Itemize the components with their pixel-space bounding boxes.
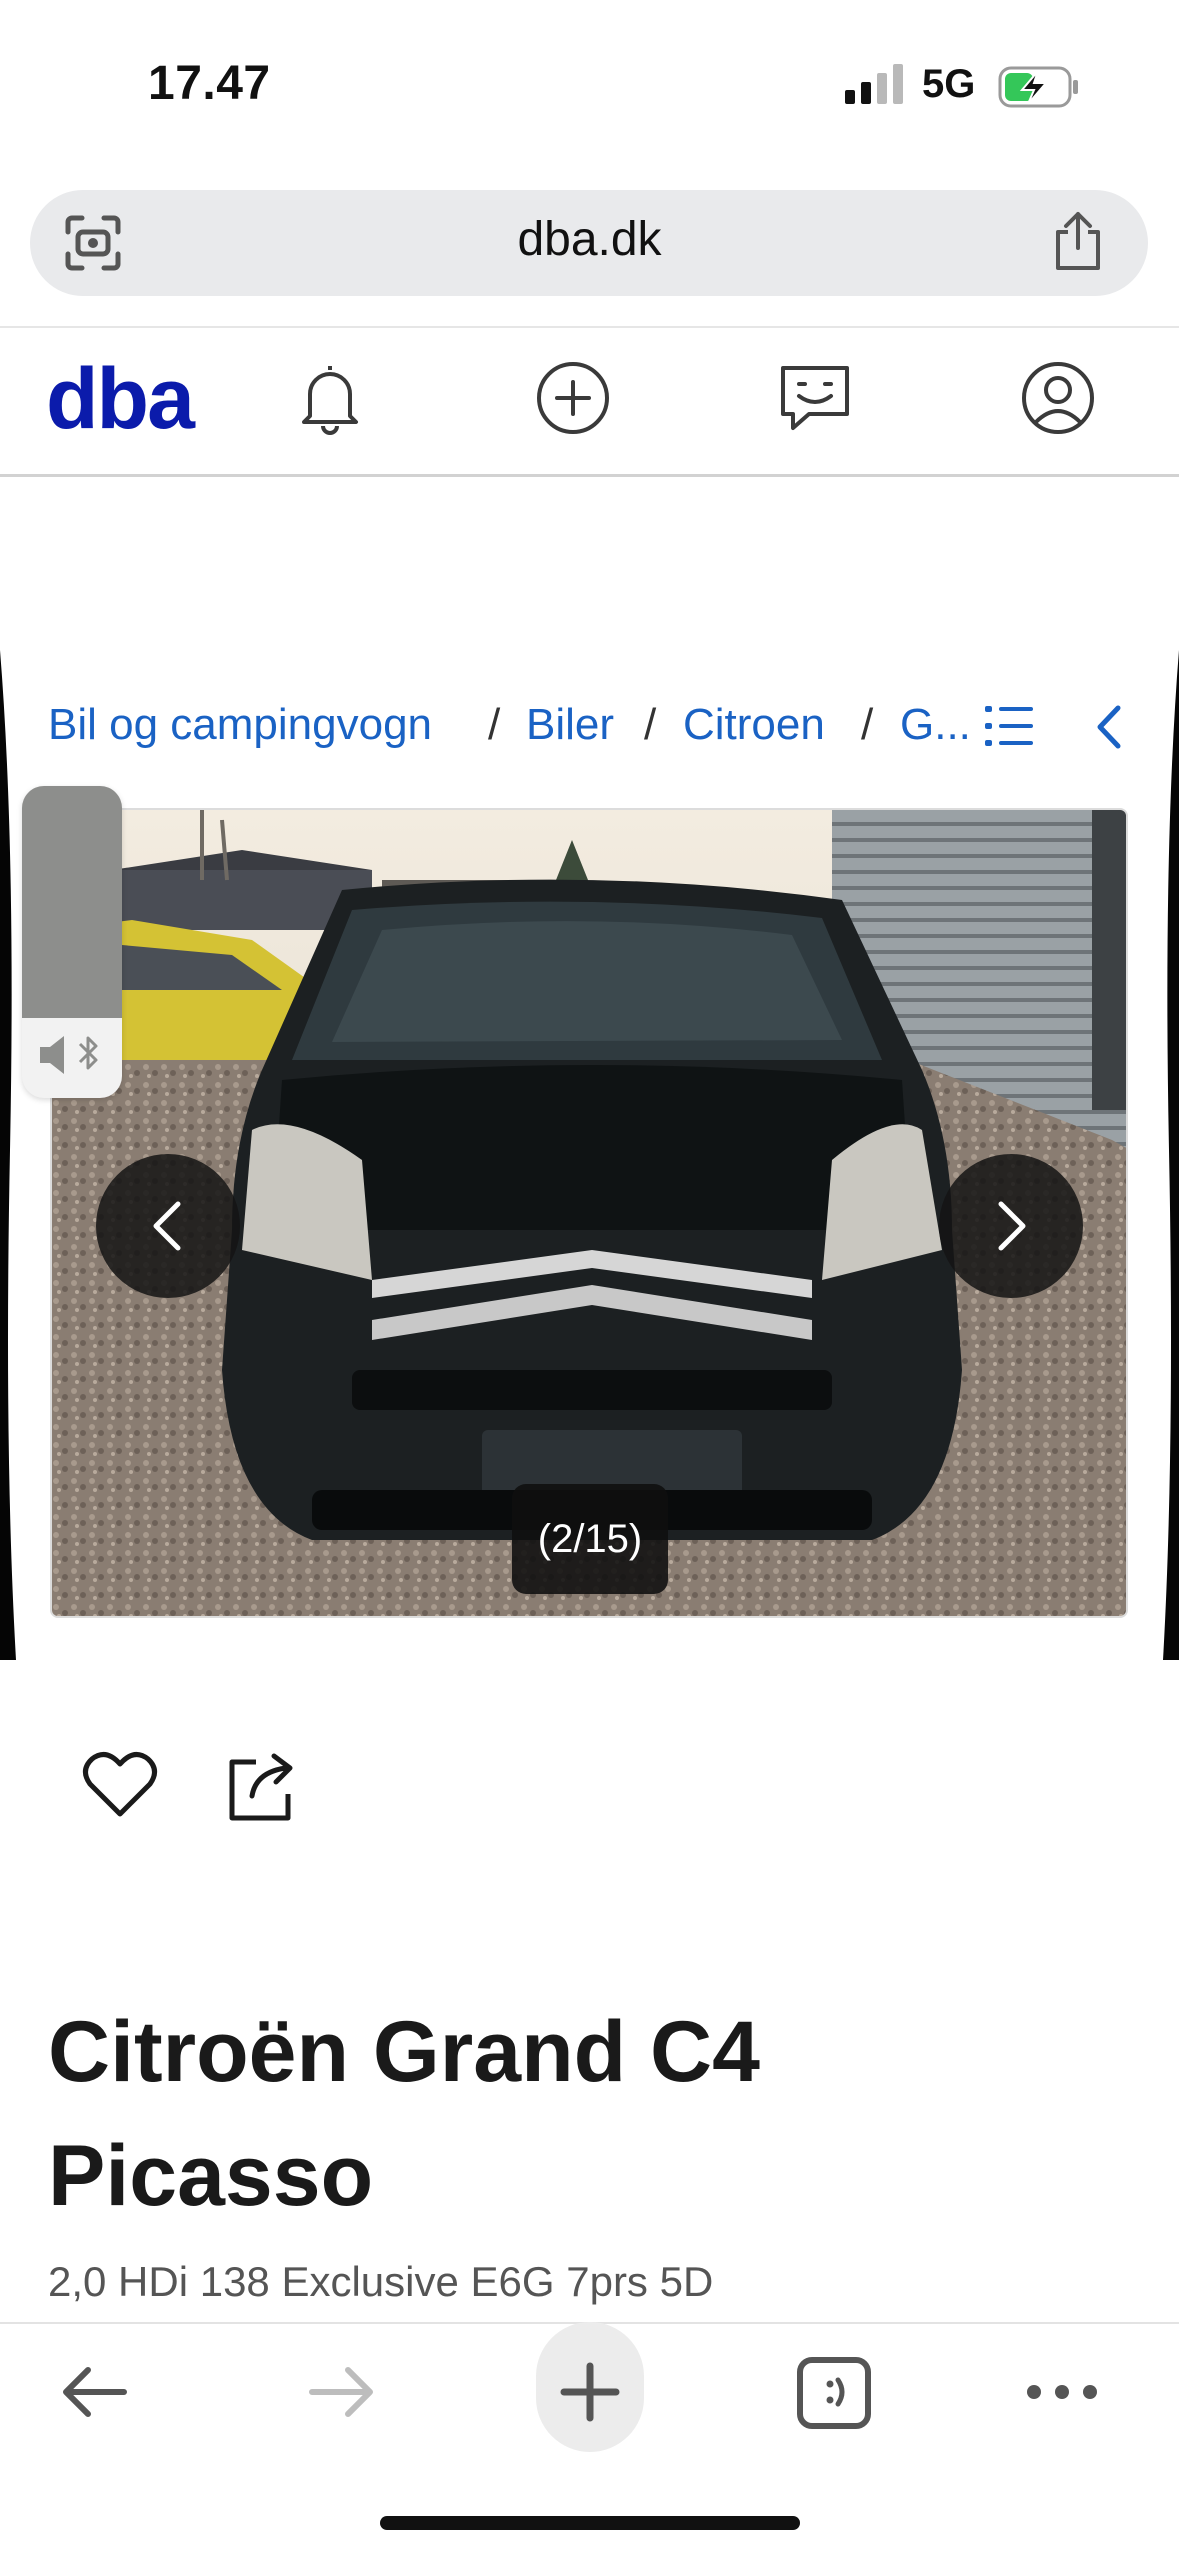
- volume-indicator: [22, 786, 122, 1098]
- listing-subtitle: 2,0 HDi 138 Exclusive E6G 7prs 5D: [48, 2258, 714, 2305]
- plus-circle-icon[interactable]: [533, 358, 613, 438]
- list-icon[interactable]: [985, 702, 1035, 750]
- network-label: 5G: [922, 62, 976, 106]
- breadcrumb-item[interactable]: Citroen: [683, 700, 825, 750]
- tabs-icon[interactable]: [794, 2352, 874, 2432]
- chat-icon[interactable]: [775, 358, 855, 438]
- next-photo-button[interactable]: [939, 1154, 1083, 1298]
- favorite-heart-icon[interactable]: [82, 1750, 158, 1820]
- profile-icon[interactable]: [1018, 358, 1098, 438]
- more-icon[interactable]: [1022, 2352, 1102, 2432]
- volume-level: [22, 786, 122, 1018]
- screen-edge-right: [1163, 650, 1179, 1660]
- status-time: 17.47: [148, 57, 271, 110]
- share-icon[interactable]: [1050, 210, 1106, 272]
- battery-charging-icon: [998, 66, 1078, 108]
- signal-icon: [845, 64, 903, 104]
- url-text[interactable]: dba.dk: [0, 212, 1179, 267]
- listing-title: Citroën Grand C4 Picasso: [48, 1990, 1048, 2238]
- breadcrumb-separator: /: [488, 700, 501, 749]
- photo-counter: (2/15): [512, 1484, 668, 1594]
- plus-icon: [560, 2362, 620, 2422]
- listing-title-line: Citroën Grand C4: [48, 2004, 760, 2100]
- chevron-left-icon[interactable]: [1090, 702, 1126, 752]
- prev-photo-button[interactable]: [96, 1154, 240, 1298]
- divider: [0, 326, 1179, 328]
- bell-icon[interactable]: [290, 358, 370, 438]
- forward-arrow-icon[interactable]: [302, 2352, 382, 2432]
- back-arrow-icon[interactable]: [54, 2352, 134, 2432]
- breadcrumb-item[interactable]: Bil og campingvogn: [48, 700, 432, 750]
- breadcrumb-separator: /: [644, 700, 657, 749]
- chevron-right-icon: [998, 1201, 1026, 1251]
- speaker-bluetooth-icon: [40, 1036, 98, 1074]
- new-tab-button[interactable]: [536, 2322, 644, 2452]
- dba-logo[interactable]: dba: [46, 350, 195, 449]
- screen-edge-left: [0, 650, 16, 1660]
- chevron-left-icon: [153, 1201, 181, 1251]
- home-indicator[interactable]: [380, 2516, 800, 2530]
- share-listing-icon[interactable]: [226, 1748, 302, 1824]
- breadcrumb-item[interactable]: Biler: [526, 700, 614, 750]
- breadcrumb-item[interactable]: G...: [900, 700, 971, 750]
- breadcrumb-separator: /: [861, 700, 874, 749]
- listing-title-line: Picasso: [48, 2128, 374, 2224]
- header-divider: [0, 474, 1179, 477]
